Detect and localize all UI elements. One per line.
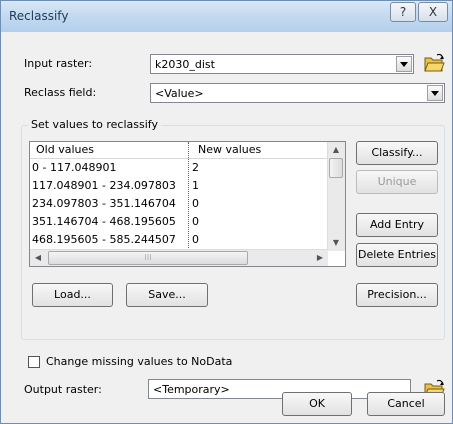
close-button[interactable]: X — [418, 2, 448, 22]
table-row[interactable]: 117.048901 - 234.097803 1 — [30, 178, 328, 193]
delete-entries-button[interactable]: Delete Entries — [356, 243, 438, 267]
dropdown-arrow-icon — [400, 62, 408, 67]
input-raster-dropdown-button[interactable] — [396, 56, 412, 72]
output-raster-value: <Temporary> — [153, 383, 230, 396]
input-raster-value: k2030_dist — [155, 58, 215, 71]
old-value-cell[interactable]: 234.097803 - 351.146704 — [32, 197, 176, 210]
reclassify-dialog: Reclassify ? X Input raster: k2030_dist … — [0, 0, 453, 424]
precision-button[interactable]: Precision... — [356, 283, 438, 307]
column-header-new-values[interactable]: New values — [198, 143, 261, 156]
old-value-cell[interactable]: 351.146704 - 468.195605 — [32, 215, 176, 228]
vertical-scrollbar[interactable]: ▲ ▼ — [327, 142, 345, 251]
dropdown-arrow-icon — [431, 91, 439, 96]
table-header: Old values New values — [30, 142, 328, 159]
missing-values-checkbox[interactable] — [28, 356, 40, 368]
reclass-field-dropdown-button[interactable] — [427, 85, 443, 101]
new-value-cell[interactable]: 0 — [192, 215, 199, 228]
reclass-table[interactable]: Old values New values 0 - 117.048901 2 1… — [29, 141, 346, 267]
missing-values-label[interactable]: Change missing values to NoData — [46, 355, 232, 368]
new-value-cell[interactable]: 1 — [192, 179, 199, 192]
ok-button[interactable]: OK — [282, 392, 352, 416]
reclass-field-value: <Value> — [155, 87, 204, 100]
output-raster-label: Output raster: — [24, 383, 102, 396]
scroll-down-arrow-icon[interactable]: ▼ — [328, 235, 344, 251]
horizontal-scroll-thumb[interactable]: ⁝⁝⁝ — [48, 251, 248, 265]
load-button[interactable]: Load... — [32, 283, 113, 307]
table-row[interactable]: 468.195605 - 585.244507 0 — [30, 232, 328, 247]
table-row[interactable]: 234.097803 - 351.146704 0 — [30, 196, 328, 211]
set-values-group-legend: Set values to reclassify — [28, 118, 161, 131]
column-header-old-values[interactable]: Old values — [36, 143, 94, 156]
reclass-field-combo[interactable]: <Value> — [150, 83, 445, 103]
old-value-cell[interactable]: 0 - 117.048901 — [32, 161, 116, 174]
new-value-cell[interactable]: 2 — [192, 161, 199, 174]
new-value-cell[interactable]: 0 — [192, 233, 199, 246]
unique-button[interactable]: Unique — [356, 170, 438, 194]
save-button[interactable]: Save... — [126, 283, 208, 307]
window-title: Reclassify — [9, 9, 69, 23]
cancel-button[interactable]: Cancel — [367, 392, 445, 416]
title-bar: Reclassify ? X — [1, 1, 452, 32]
classify-button[interactable]: Classify... — [356, 141, 438, 165]
old-value-cell[interactable]: 117.048901 - 234.097803 — [32, 179, 176, 192]
horizontal-scrollbar[interactable]: ◀ ⁝⁝⁝ ▶ — [30, 249, 328, 266]
table-row[interactable]: 0 - 117.048901 2 — [30, 160, 328, 175]
input-raster-label: Input raster: — [24, 57, 93, 70]
folder-open-icon — [424, 53, 445, 72]
help-button[interactable]: ? — [390, 2, 416, 22]
scroll-left-arrow-icon[interactable]: ◀ — [30, 250, 46, 266]
vertical-scroll-thumb[interactable] — [329, 158, 343, 178]
add-entry-button[interactable]: Add Entry — [356, 213, 438, 237]
scroll-right-arrow-icon[interactable]: ▶ — [312, 250, 328, 266]
input-raster-browse-button[interactable] — [422, 52, 446, 74]
old-value-cell[interactable]: 468.195605 - 585.244507 — [32, 233, 176, 246]
scroll-up-arrow-icon[interactable]: ▲ — [328, 142, 344, 158]
table-row[interactable]: 351.146704 - 468.195605 0 — [30, 214, 328, 229]
new-value-cell[interactable]: 0 — [192, 197, 199, 210]
input-raster-combo[interactable]: k2030_dist — [150, 54, 414, 74]
reclass-field-label: Reclass field: — [24, 86, 97, 99]
